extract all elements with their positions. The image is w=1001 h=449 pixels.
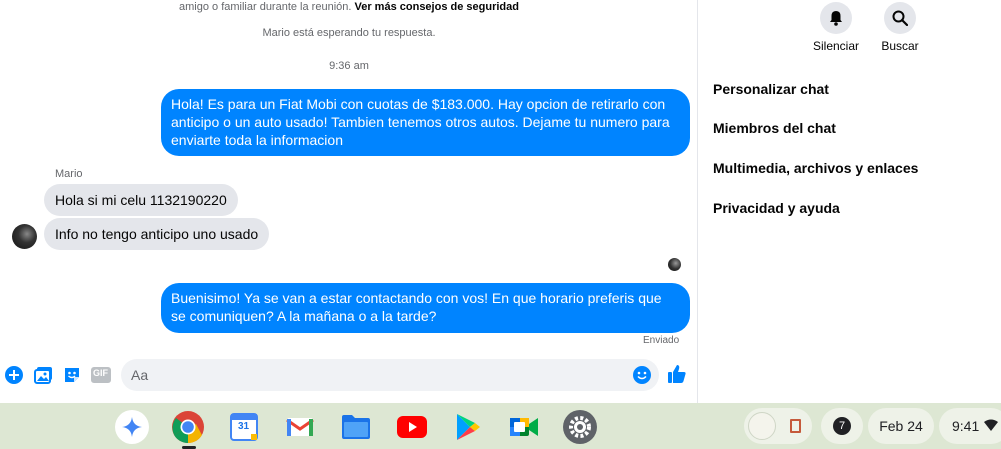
search-label: Buscar [881,39,919,53]
gif-icon[interactable]: GIF [91,365,111,385]
safety-tips-link[interactable]: Ver más consejos de seguridad [355,1,519,13]
meet-app-icon[interactable] [507,410,541,444]
tray-avatar-icon [748,412,776,440]
screen: amigo o familiar durante la reunión. Ver… [0,0,1001,449]
safety-notice: amigo o familiar durante la reunión. Ver… [0,0,698,14]
clock: 9:41 [952,418,980,434]
tray-holding-space[interactable] [744,408,812,444]
gmail-app-icon[interactable] [283,410,317,444]
message-bubble-outgoing[interactable]: Hola! Es para un Fiat Mobi con cuotas de… [161,89,690,156]
play-store-app-icon[interactable] [451,410,485,444]
message-bubble-outgoing[interactable]: Buenisimo! Ya se van a estar contactando… [161,283,690,333]
conversation-pane: amigo o familiar durante la reunión. Ver… [0,0,698,403]
calendar-app-icon[interactable]: 31 [227,410,261,444]
emoji-icon[interactable] [633,366,651,384]
read-receipt-avatar [668,258,681,271]
chat-info-panel: Silenciar Buscar Personalizar chat Miemb… [698,0,1001,403]
status-tray[interactable]: 9:41 [939,408,1001,444]
message-status: Enviado [643,335,680,346]
customize-chat-item[interactable]: Personalizar chat [713,81,829,97]
date-tray[interactable]: Feb 24 [868,408,934,444]
message-input[interactable] [121,359,611,391]
message-timestamp: 9:36 am [329,60,369,72]
photo-icon[interactable] [33,365,53,385]
thumbs-up-icon[interactable] [667,364,687,384]
privacy-help-item[interactable]: Privacidad y ayuda [713,200,840,216]
sender-name: Mario [55,168,83,180]
chrome-app-icon[interactable] [171,410,205,444]
message-input-container [121,359,659,391]
chat-members-item[interactable]: Miembros del chat [713,120,836,136]
mute-button[interactable]: Silenciar [806,2,866,53]
message-bubble-incoming[interactable]: Hola si mi celu 1132190220 [44,184,238,216]
files-app-icon[interactable] [339,410,373,444]
search-icon [884,2,916,34]
safety-text: amigo o familiar durante la reunión. [179,1,352,13]
settings-app-icon[interactable] [563,410,597,444]
wifi-icon [984,418,999,434]
notification-tray[interactable]: 7 [821,408,863,444]
system-shelf: 31 7 Feb 24 9:41 [0,403,1001,449]
message-composer: GIF [0,358,698,392]
search-button[interactable]: Buscar [870,2,930,53]
plus-icon[interactable] [4,365,24,385]
notification-count: 7 [833,417,851,435]
mute-label: Silenciar [812,39,860,53]
bell-icon [820,2,852,34]
gif-label: GIF [93,368,108,378]
tray-file-icon [790,419,801,433]
media-files-links-item[interactable]: Multimedia, archivos y enlaces [713,160,918,176]
youtube-app-icon[interactable] [395,410,429,444]
waiting-notice: Mario está esperando tu respuesta. [262,27,436,39]
message-bubble-incoming[interactable]: Info no tengo anticipo uno usado [44,218,270,250]
sticker-icon[interactable] [62,365,82,385]
calendar-day: 31 [238,421,250,432]
contact-avatar[interactable] [12,224,37,249]
gemini-app-icon[interactable] [115,410,149,444]
